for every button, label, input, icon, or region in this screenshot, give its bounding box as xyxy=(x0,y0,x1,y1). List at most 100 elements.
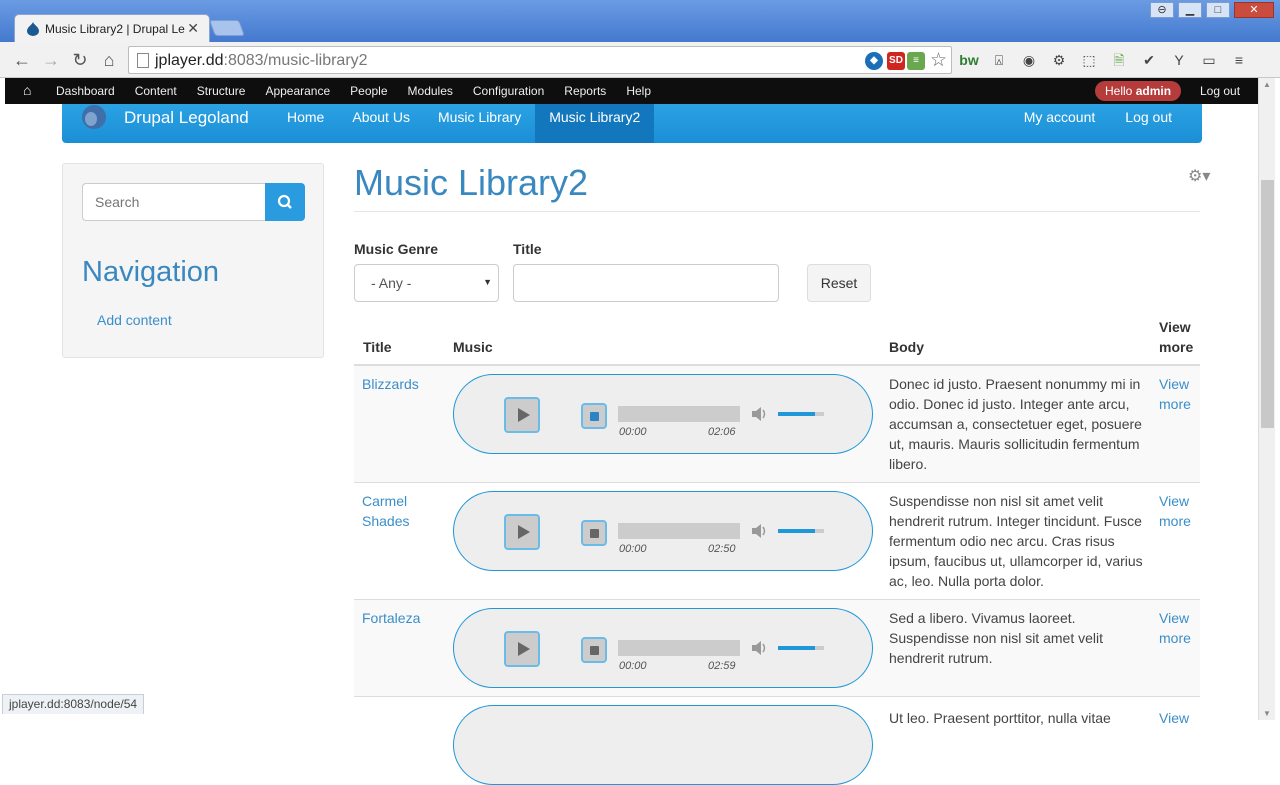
tab-close-icon[interactable]: ✕ xyxy=(187,20,199,37)
progress-bar[interactable] xyxy=(618,640,740,656)
admin-logout-link[interactable]: Log out xyxy=(1200,84,1240,98)
logout-link[interactable]: Log out xyxy=(1125,109,1172,125)
drupal-extension-icon[interactable]: ◆ xyxy=(865,52,883,70)
nav-music-library[interactable]: Music Library xyxy=(424,104,535,143)
progress-bar[interactable] xyxy=(618,406,740,422)
user-menu: My account Log out xyxy=(1024,109,1172,125)
hello-user-badge[interactable]: Hello admin xyxy=(1095,81,1182,101)
column-header-view-more[interactable]: View more xyxy=(1159,317,1199,357)
track-title-link[interactable]: Carmel Shades xyxy=(362,491,442,531)
user-icon[interactable]: ⊖ xyxy=(1150,2,1174,18)
check-extension-icon[interactable]: ✔ xyxy=(1138,50,1160,70)
site-brand[interactable]: Drupal Legoland xyxy=(124,108,249,128)
volume-icon[interactable] xyxy=(750,522,768,540)
volume-slider[interactable] xyxy=(778,412,824,416)
view-more-link[interactable]: View more xyxy=(1159,608,1199,648)
play-button[interactable] xyxy=(504,631,540,667)
body-text: Donec id justo. Praesent nonummy mi in o… xyxy=(889,376,1142,472)
view-more-link[interactable]: View xyxy=(1159,708,1199,728)
table-row: Ut leo. Praesent porttitor, nulla vitae … xyxy=(354,697,1200,785)
table-row: Blizzards 00:00 02:06 Donec id justo. Pr… xyxy=(354,366,1200,483)
admin-home-icon[interactable]: ⌂ xyxy=(23,82,31,98)
close-window-button[interactable]: ✕ xyxy=(1234,2,1274,18)
nav-home[interactable]: Home xyxy=(273,104,338,143)
view-more-link[interactable]: View more xyxy=(1159,374,1199,414)
bw-extension-icon[interactable]: bw xyxy=(958,50,980,70)
menu-icon[interactable]: ≡ xyxy=(1228,50,1250,70)
page-icon xyxy=(137,53,149,68)
current-time: 00:00 xyxy=(619,660,647,672)
column-header-music[interactable]: Music xyxy=(453,337,493,357)
nav-about-us[interactable]: About Us xyxy=(338,104,424,143)
admin-menu-reports[interactable]: Reports xyxy=(564,84,606,98)
contextual-gear-icon[interactable]: ⚙▾ xyxy=(1188,166,1210,186)
url-text[interactable]: jplayer.dd:8083/music-library2 xyxy=(155,52,368,70)
title-filter-input[interactable] xyxy=(513,264,779,302)
reset-button[interactable]: Reset xyxy=(807,264,871,302)
download-extension-icon[interactable]: ⍓ xyxy=(988,50,1010,70)
progress-bar[interactable] xyxy=(618,523,740,539)
cast-icon[interactable]: ▭ xyxy=(1198,50,1220,70)
reload-icon[interactable]: ↻ xyxy=(69,50,91,70)
bookmark-star-icon[interactable]: ☆ xyxy=(930,49,947,72)
audio-player xyxy=(453,705,873,785)
volume-icon[interactable] xyxy=(750,639,768,657)
table-row: Fortaleza 00:00 02:59 Sed a libero. Viva… xyxy=(354,600,1200,697)
column-header-body[interactable]: Body xyxy=(889,337,924,357)
document-extension-icon[interactable]: 🗎 xyxy=(1108,50,1130,70)
volume-slider[interactable] xyxy=(778,646,824,650)
view-more-link[interactable]: View more xyxy=(1159,491,1199,531)
admin-menu-help[interactable]: Help xyxy=(626,84,651,98)
sd-extension-icon[interactable]: SD xyxy=(887,52,905,70)
gear-extension-icon[interactable]: ⚙ xyxy=(1048,50,1070,70)
track-title-link[interactable]: Blizzards xyxy=(362,374,442,394)
nav-music-library2[interactable]: Music Library2 xyxy=(535,104,655,143)
maximize-button[interactable]: □ xyxy=(1206,2,1230,18)
minimize-button[interactable]: ▁ xyxy=(1178,2,1202,18)
admin-menu-structure[interactable]: Structure xyxy=(197,84,246,98)
my-account-link[interactable]: My account xyxy=(1024,109,1096,125)
forward-arrow-icon[interactable]: → xyxy=(40,50,62,70)
add-content-link[interactable]: Add content xyxy=(97,312,172,328)
volume-slider[interactable] xyxy=(778,529,824,533)
genre-label: Music Genre xyxy=(354,241,439,257)
play-button[interactable] xyxy=(504,397,540,433)
stop-button[interactable] xyxy=(581,637,607,663)
admin-menu-configuration[interactable]: Configuration xyxy=(473,84,544,98)
admin-menu-dashboard[interactable]: Dashboard xyxy=(56,84,115,98)
page-extension-icon[interactable]: ≡ xyxy=(907,52,925,70)
admin-menu-modules[interactable]: Modules xyxy=(408,84,453,98)
stop-button[interactable] xyxy=(581,520,607,546)
drupal-logo-icon[interactable] xyxy=(80,104,108,130)
browser-toolbar: ← → ↻ ⌂ jplayer.dd:8083/music-library2 ◆… xyxy=(0,42,1280,78)
admin-menu-appearance[interactable]: Appearance xyxy=(265,84,330,98)
admin-menu-content[interactable]: Content xyxy=(135,84,177,98)
home-icon[interactable]: ⌂ xyxy=(98,50,120,70)
duration: 02:50 xyxy=(708,543,736,555)
scroll-down-icon[interactable]: ▼ xyxy=(1263,709,1271,718)
volume-icon[interactable] xyxy=(750,405,768,423)
admin-menu-people[interactable]: People xyxy=(350,84,387,98)
genre-select[interactable]: - Any - ▼ xyxy=(354,264,499,302)
main-menu: Home About Us Music Library Music Librar… xyxy=(273,104,655,143)
scroll-thumb[interactable] xyxy=(1261,180,1274,428)
color-picker-icon[interactable]: ◉ xyxy=(1018,50,1040,70)
scroll-up-icon[interactable]: ▲ xyxy=(1263,80,1271,89)
admin-menu: Dashboard Content Structure Appearance P… xyxy=(56,84,671,98)
address-bar[interactable]: jplayer.dd:8083/music-library2 ◆ SD ≡ ☆ xyxy=(128,46,952,74)
search-button[interactable] xyxy=(265,183,305,221)
status-bar-url: jplayer.dd:8083/node/54 xyxy=(2,694,145,714)
search-input[interactable] xyxy=(82,183,265,221)
browser-tab[interactable]: Music Library2 | Drupal Le ✕ xyxy=(14,14,210,42)
new-tab-button[interactable] xyxy=(209,20,245,36)
back-arrow-icon[interactable]: ← xyxy=(11,50,33,70)
stop-button[interactable] xyxy=(581,403,607,429)
audio-player: 00:00 02:59 xyxy=(453,608,873,688)
screen-capture-icon[interactable]: ⬚ xyxy=(1078,50,1100,70)
play-button[interactable] xyxy=(504,514,540,550)
track-title-link[interactable]: Fortaleza xyxy=(362,608,442,628)
page-scrollbar[interactable]: ▲ ▼ xyxy=(1258,78,1275,720)
title-filter-label: Title xyxy=(513,241,542,257)
column-header-title[interactable]: Title xyxy=(363,337,392,357)
yslow-icon[interactable]: Y xyxy=(1168,50,1190,70)
